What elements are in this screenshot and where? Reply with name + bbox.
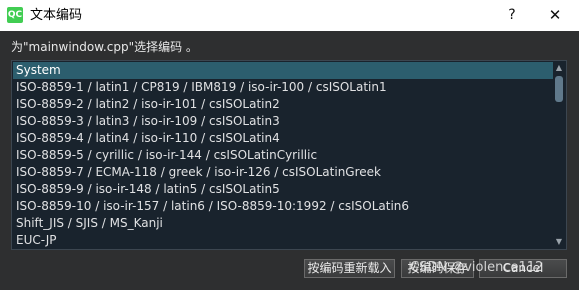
text-encoding-dialog: QC 文本编码 ? ✕ 为"mainwindow.cpp"选择编码 。 Syst… <box>0 0 579 290</box>
title-bar: QC 文本编码 ? ✕ <box>0 0 579 31</box>
encoding-list-item[interactable]: ISO-8859-7 / ECMA-118 / greek / iso-ir-1… <box>13 164 553 181</box>
qt-creator-icon: QC <box>7 7 23 23</box>
help-button[interactable]: ? <box>500 3 524 27</box>
encoding-prompt: 为"mainwindow.cpp"选择编码 。 <box>11 40 198 54</box>
encoding-list-item[interactable]: ISO-8859-2 / latin2 / iso-ir-101 / csISO… <box>13 96 553 113</box>
encoding-list-item[interactable]: ISO-8859-5 / cyrillic / iso-ir-144 / csI… <box>13 147 553 164</box>
dialog-body: 为"mainwindow.cpp"选择编码 。 System ISO-8859-1… <box>0 31 579 290</box>
scrollbar-thumb[interactable] <box>555 76 563 102</box>
encoding-list-item[interactable]: System <box>13 62 553 79</box>
encoding-list-item[interactable]: ISO-8859-9 / iso-ir-148 / latin5 / csISO… <box>13 181 553 198</box>
encoding-list-item[interactable]: ISO-8859-4 / latin4 / iso-ir-110 / csISO… <box>13 130 553 147</box>
encoding-list-item[interactable]: ISO-8859-3 / latin3 / iso-ir-109 / csISO… <box>13 113 553 130</box>
close-button[interactable]: ✕ <box>543 3 567 27</box>
scroll-up-arrow-icon[interactable]: ▲ <box>553 62 565 74</box>
encoding-list-item[interactable]: ISO-8859-1 / latin1 / CP819 / IBM819 / i… <box>13 79 553 96</box>
encoding-list-items: System ISO-8859-1 / latin1 / CP819 / IBM8… <box>13 62 553 249</box>
vertical-scrollbar[interactable]: ▲ ▼ <box>553 62 565 248</box>
window-title: 文本编码 <box>30 8 83 23</box>
encoding-list-item[interactable]: Shift_JIS / SJIS / MS_Kanji <box>13 215 553 232</box>
encoding-list-item[interactable]: ISO-8859-10 / iso-ir-157 / latin6 / ISO-… <box>13 198 553 215</box>
encoding-list-item[interactable]: EUC-JP <box>13 232 553 249</box>
csdn-watermark: CSDN @violence112 <box>410 260 544 275</box>
encoding-list[interactable]: System ISO-8859-1 / latin1 / CP819 / IBM8… <box>11 60 567 250</box>
reload-with-encoding-button[interactable]: 按编码重新载入 <box>304 259 395 278</box>
scroll-down-arrow-icon[interactable]: ▼ <box>553 236 565 248</box>
